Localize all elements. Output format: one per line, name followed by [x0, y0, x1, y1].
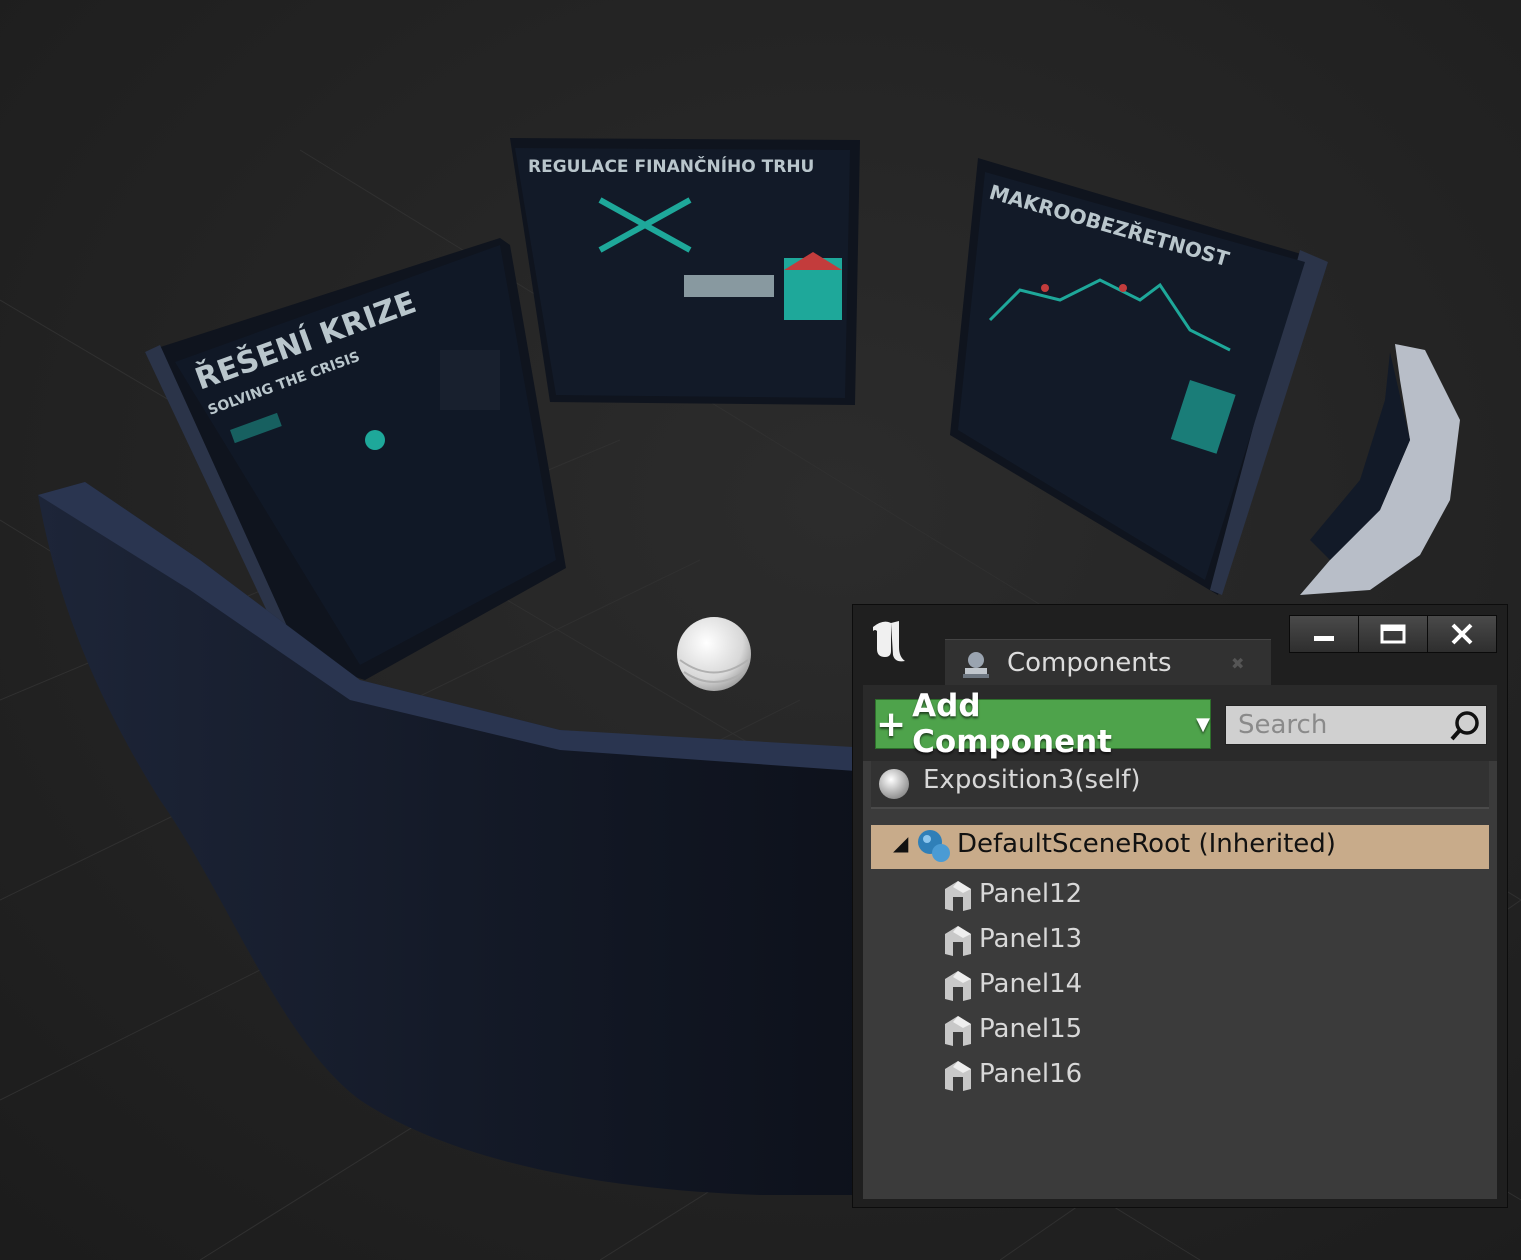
components-toolbar: + Add Component ▼: [863, 685, 1497, 761]
tree-item-label: Exposition3(self): [923, 765, 1141, 795]
sphere-icon: [879, 769, 909, 799]
components-panel: Components ✖ + Add Component ▼ Exp: [852, 604, 1508, 1208]
tree-item-label: DefaultSceneRoot (Inherited): [957, 829, 1336, 859]
close-icon: [1451, 623, 1473, 645]
search-icon[interactable]: [1448, 709, 1482, 743]
static-mesh-icon: [945, 1061, 971, 1091]
tab-label: Components: [1007, 648, 1172, 678]
unreal-logo-icon: [873, 621, 905, 662]
poster-regulation[interactable]: REGULACE FINANČNÍHO TRHU: [510, 138, 860, 405]
tree-item-label: Panel13: [979, 924, 1083, 954]
static-mesh-icon: [945, 1016, 971, 1046]
maximize-icon: [1380, 624, 1406, 644]
tree-item-panel[interactable]: Panel16: [871, 1055, 1489, 1099]
tab-close-icon[interactable]: ✖: [1231, 654, 1244, 673]
plus-icon: +: [876, 703, 907, 745]
components-icon: [963, 652, 989, 678]
tree-item-panel[interactable]: Panel15: [871, 1010, 1489, 1054]
search-box: [1225, 705, 1487, 745]
static-mesh-icon: [945, 881, 971, 911]
tree-item-default-scene-root[interactable]: ◢ DefaultSceneRoot (Inherited): [871, 825, 1489, 869]
tree-item-label: Panel14: [979, 969, 1083, 999]
search-input[interactable]: [1226, 706, 1458, 744]
minimize-icon: [1314, 636, 1334, 641]
static-mesh-icon: [945, 926, 971, 956]
chevron-down-icon: ▼: [1196, 713, 1210, 735]
minimize-button[interactable]: [1290, 616, 1359, 652]
add-component-button[interactable]: + Add Component ▼: [875, 688, 1211, 760]
window-controls: [1289, 615, 1497, 653]
tab-components[interactable]: Components ✖: [945, 639, 1271, 689]
tree-item-self[interactable]: Exposition3(self): [871, 761, 1489, 809]
scene-root-icon: [918, 830, 950, 862]
add-component-label: Add Component: [912, 688, 1112, 760]
poster-title: REGULACE FINANČNÍHO TRHU: [528, 155, 814, 177]
components-content: + Add Component ▼ Exposition3(self) ◢: [863, 685, 1497, 1199]
maximize-button[interactable]: [1359, 616, 1428, 652]
static-mesh-icon: [945, 971, 971, 1001]
tree-item-panel[interactable]: Panel13: [871, 920, 1489, 964]
expand-arrow-icon[interactable]: ◢: [893, 831, 908, 855]
tree-item-panel[interactable]: Panel12: [871, 875, 1489, 919]
close-button[interactable]: [1428, 616, 1496, 652]
tree-item-panel[interactable]: Panel14: [871, 965, 1489, 1009]
tree-item-label: Panel12: [979, 879, 1083, 909]
tree-item-label: Panel16: [979, 1059, 1083, 1089]
tree-item-label: Panel15: [979, 1014, 1083, 1044]
sphere-actor[interactable]: [677, 617, 751, 691]
